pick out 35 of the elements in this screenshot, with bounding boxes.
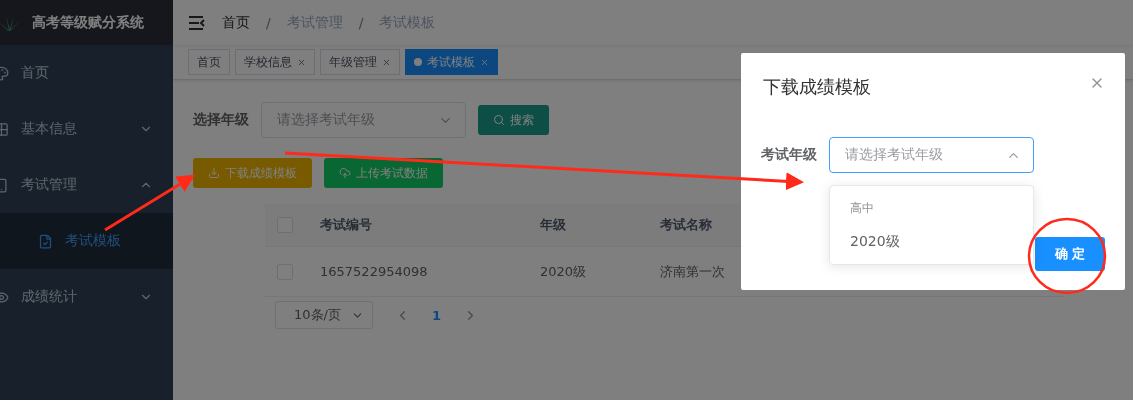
menu-fold-icon [188,14,206,31]
breadcrumb-separator: / [266,14,271,31]
cloud-upload-icon [339,167,351,179]
filter-label: 选择年级 [193,111,249,129]
dropdown-option[interactable]: 2020级 [830,224,1033,258]
search-button[interactable]: 搜索 [478,105,549,135]
dialog-title: 下载成绩模板 [763,75,871,99]
breadcrumb-separator: / [358,14,364,31]
field-label: 考试年级 [761,146,817,164]
close-icon[interactable] [480,57,489,67]
close-icon[interactable] [382,57,391,67]
option-group-title: 高中 [849,200,875,217]
page-number[interactable]: 1 [432,307,442,323]
download-button[interactable]: 下载成绩模板 [193,158,312,188]
column-header: 年级 [540,216,567,234]
table-cell-text: 1657522954098 [320,264,429,279]
table-cell-text: 2020级 [540,262,588,281]
tag[interactable]: 首页 [188,49,230,75]
breadcrumb-link[interactable]: 首页 [222,13,250,32]
app-title: 高考等级赋分系统 [32,13,144,32]
search-icon [493,114,505,126]
column-header: 考试名称 [660,216,713,234]
download-icon [208,167,220,179]
confirm-button[interactable]: 确 定 [1035,237,1105,271]
sidebar-item[interactable]: 考试模板 [0,213,173,269]
tag[interactable]: 学校信息 [235,49,315,75]
tag[interactable]: 考试模板 [405,49,498,75]
dot-icon [414,58,422,66]
page-size-select[interactable]: 10条/页 [275,301,373,329]
grade-select[interactable]: 请选择考试年级 [829,137,1034,173]
column-header: 考试编号 [320,216,373,234]
document-icon [38,233,53,249]
tag[interactable]: 年级管理 [320,49,400,75]
upload-button[interactable]: 上传考试数据 [324,158,443,188]
close-icon[interactable] [297,57,306,67]
